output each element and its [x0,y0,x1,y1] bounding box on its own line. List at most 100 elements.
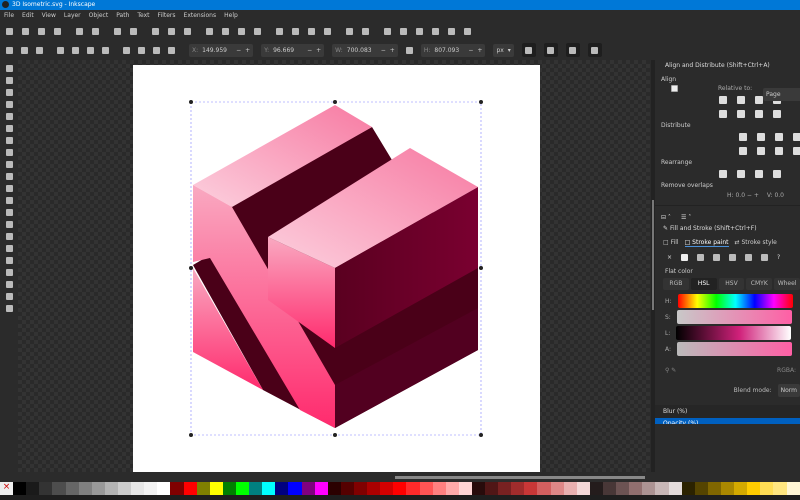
color-swatch[interactable] [353,482,368,495]
swatch-icon[interactable] [761,254,769,261]
align-right-edge-icon[interactable] [719,96,727,104]
color-swatch[interactable] [52,482,66,495]
color-swatch[interactable] [393,482,407,495]
linear-gradient-icon[interactable] [697,254,705,261]
handle-s[interactable] [333,433,337,437]
color-swatch[interactable] [117,482,132,495]
color-swatch[interactable] [707,482,722,495]
color-swatch[interactable] [275,482,289,495]
no-paint-icon[interactable]: × [667,254,672,261]
color-swatch[interactable] [760,482,774,495]
color-swatch[interactable] [511,482,525,495]
color-swatch[interactable] [65,482,79,495]
treat-as-group-icon[interactable] [671,85,678,92]
color-swatch[interactable] [485,482,499,495]
unset-paint-icon[interactable]: ? [777,254,780,261]
handle-e[interactable] [479,266,483,270]
align-bottom-edge-icon[interactable] [719,110,727,118]
color-swatch[interactable] [104,482,118,495]
color-swatch[interactable] [26,482,40,495]
mesh-gradient-icon[interactable] [729,254,737,261]
distribute-right-icon[interactable] [775,133,783,141]
relative-to-select[interactable]: Page [763,88,800,101]
color-swatch[interactable] [537,482,551,495]
mode-rgb[interactable]: RGB [663,278,689,290]
distribute-middle-icon[interactable] [757,147,765,155]
fill-dock-tab[interactable]: ☰ ˄ [681,214,691,221]
handle-sw[interactable] [189,433,193,437]
exchange-selection-icon[interactable] [737,170,745,178]
pattern-icon[interactable] [745,254,753,261]
color-swatch[interactable] [603,482,617,495]
color-swatch[interactable] [262,482,276,495]
blur-slider[interactable]: Blur (%) [655,405,800,418]
mode-hsl[interactable]: HSL [690,278,717,290]
mode-wheel[interactable]: Wheel [774,278,800,290]
saturation-slider[interactable] [676,310,792,324]
align-left-icon[interactable] [737,96,745,104]
distribute-left-icon[interactable] [739,133,747,141]
color-swatch[interactable] [419,482,433,495]
color-swatch[interactable] [498,482,512,495]
color-swatch[interactable] [209,482,223,495]
color-swatch[interactable] [432,482,446,495]
color-swatch[interactable] [288,482,302,495]
color-swatch[interactable] [78,482,92,495]
scrollbar-thumb[interactable] [652,200,654,310]
horizontal-scrollbar[interactable] [395,476,645,479]
color-swatch[interactable] [773,482,787,495]
color-swatch[interactable] [550,482,564,495]
graph-layout-icon[interactable] [719,170,727,178]
color-swatch[interactable] [734,482,748,495]
color-swatch[interactable] [694,482,708,495]
color-swatch[interactable] [616,482,630,495]
alpha-slider[interactable] [677,342,793,356]
mode-cmyk[interactable]: CMYK [746,278,773,290]
color-swatch[interactable] [445,482,459,495]
color-swatch[interactable] [721,482,735,495]
color-swatch[interactable] [471,482,486,495]
color-swatch[interactable] [458,482,472,495]
color-swatch[interactable] [13,482,27,495]
distribute-gap-v-icon[interactable] [793,147,800,155]
color-swatch[interactable] [786,482,800,495]
handle-ne[interactable] [479,100,483,104]
tab-stroke-paint[interactable]: □ Stroke paint [684,239,729,247]
mode-hsv[interactable]: HSV [718,278,745,290]
handle-n[interactable] [333,100,337,104]
color-swatch[interactable] [327,482,341,495]
color-swatch[interactable] [131,482,145,495]
color-swatch[interactable] [340,482,354,495]
color-swatch[interactable] [249,482,263,495]
color-swatch[interactable] [380,482,394,495]
align-dock-tab[interactable]: ⊟ ˄ [661,214,671,221]
distribute-gap-h-icon[interactable] [793,133,800,141]
color-swatch[interactable] [629,482,643,495]
color-swatch[interactable] [144,482,158,495]
color-swatch[interactable] [681,482,695,495]
lightness-slider[interactable] [676,326,792,340]
color-swatch[interactable] [39,482,53,495]
color-swatch[interactable] [576,482,590,495]
tab-fill[interactable]: □ Fill [663,239,679,247]
color-swatch[interactable] [196,482,210,495]
color-swatch[interactable] [668,482,682,495]
overlap-h-value[interactable]: 0.0 [735,192,745,199]
exchange-clockwise-icon[interactable] [773,170,781,178]
distribute-bottom-icon[interactable] [775,147,783,155]
color-swatch[interactable] [170,482,184,495]
radial-gradient-icon[interactable] [713,254,721,261]
align-bottom-icon[interactable] [773,110,781,118]
handle-se[interactable] [479,433,483,437]
color-swatch[interactable] [301,482,315,495]
distribute-center-icon[interactable] [757,133,765,141]
color-swatch[interactable] [183,482,197,495]
color-swatch[interactable] [222,482,236,495]
color-swatch[interactable] [747,482,761,495]
color-swatch[interactable] [563,482,577,495]
overlap-v-field[interactable]: V: 0.0 [767,192,784,199]
color-swatch[interactable] [235,482,250,495]
exchange-z-order-icon[interactable] [755,170,763,178]
flat-color-icon[interactable] [681,254,689,261]
fill-panel-header[interactable]: ✎ Fill and Stroke (Shift+Ctrl+F) [655,223,800,235]
